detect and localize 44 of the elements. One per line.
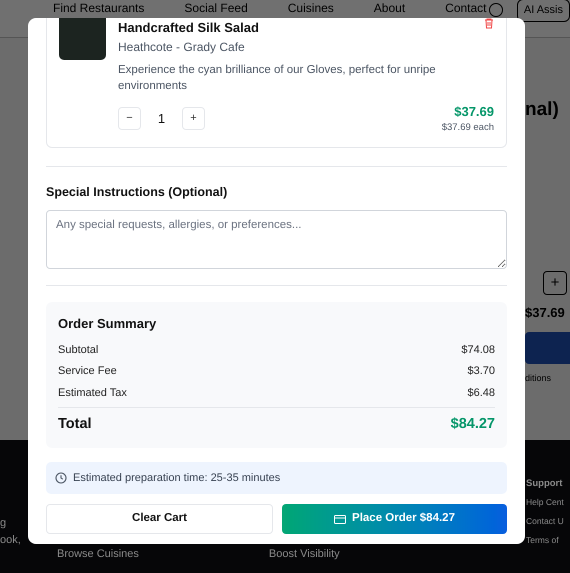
instructions-label: Special Instructions (Optional) (46, 184, 228, 202)
place-order-button[interactable]: Place Order $84.27 (282, 504, 507, 534)
footer-link[interactable]: Terms of (526, 535, 570, 546)
footer-link[interactable]: Boost Visibility (268, 546, 340, 573)
unit-price: $37.69 each (442, 121, 494, 135)
trash-icon[interactable] (484, 18, 494, 29)
clock-icon (55, 472, 67, 484)
summary-title: Order Summary (58, 315, 158, 333)
nav-link[interactable]: Social Feed (184, 1, 248, 16)
theme-icon[interactable] (488, 3, 503, 17)
restaurant-name: Heathcote - Grady Cafe (118, 38, 246, 56)
increment-button[interactable]: + (543, 270, 567, 294)
heading-text: nal) (525, 98, 560, 122)
summary-label: Subtotal (58, 342, 98, 358)
footer-link[interactable]: Help Cent (526, 497, 570, 508)
summary-value: $3.70 (467, 364, 495, 379)
increment-button[interactable]: + (182, 106, 205, 130)
clear-cart-button[interactable]: Clear Cart (46, 504, 273, 534)
footer-text: ook, (0, 532, 22, 548)
summary-value: $74.08 (461, 342, 495, 358)
decrement-button[interactable]: − (118, 106, 141, 130)
total-value: $84.27 (450, 415, 495, 434)
summary-label: Service Fee (58, 364, 117, 379)
prep-time-text: Estimated preparation time: 25-35 minutes (73, 470, 280, 486)
item-description: Experience the cyan brilliance of our Gloves, perfect for unripe environments (118, 62, 437, 94)
item-name: Handcrafted Silk Salad (118, 19, 259, 37)
summary-label: Estimated Tax (58, 386, 127, 400)
quantity-text: 1 (156, 110, 166, 128)
nav-link[interactable]: Contact (445, 1, 487, 16)
footer-heading: Support (526, 478, 564, 489)
credit-card-icon (334, 514, 346, 524)
footer-link[interactable]: Browse Cuisines (57, 546, 139, 573)
instructions-field[interactable]: Any special requests, allergies, or preferences... (46, 210, 507, 269)
summary-value: $6.48 (467, 386, 495, 400)
price-text: $37.69 (525, 304, 566, 322)
nav-link[interactable]: Cuisines (288, 1, 334, 16)
item-total: $37.69 (454, 102, 494, 120)
footer-text: g (0, 516, 8, 531)
nav-link[interactable]: Find Restaurants (53, 1, 144, 16)
footer-link[interactable]: Contact U (526, 516, 570, 527)
nav-link[interactable]: About (374, 1, 406, 16)
total-label: Total (58, 415, 92, 434)
photo-placeholder (59, 18, 106, 60)
terms-link[interactable]: ditions (525, 372, 570, 386)
